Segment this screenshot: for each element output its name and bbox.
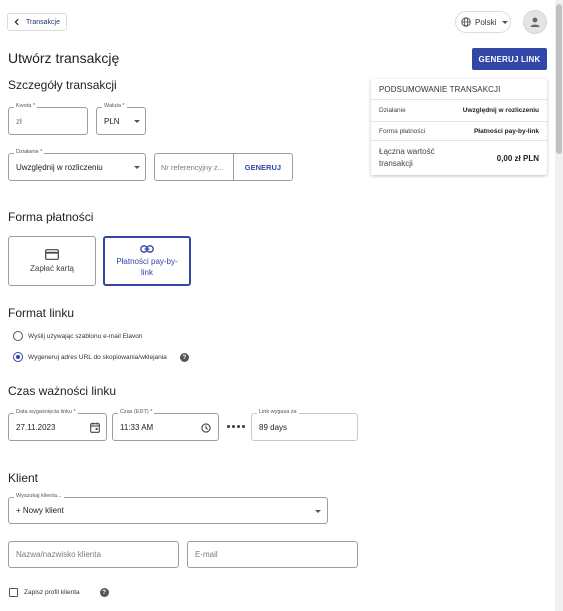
currency-label: Waluta * xyxy=(102,103,127,109)
action-select[interactable]: Działanie * Uwzględnij w rozliczeniu xyxy=(8,149,146,181)
generate-link-button[interactable]: GENERUJ LINK xyxy=(472,48,547,70)
action-value: Uwzględnij w rozliczeniu xyxy=(16,163,103,172)
amount-field[interactable]: Kwota * zł xyxy=(8,103,88,135)
help-icon[interactable]: ? xyxy=(99,588,109,597)
action-label: Działanie * xyxy=(14,149,45,155)
reference-placeholder: Nr referencyjny z... xyxy=(161,163,224,172)
client-name-input[interactable]: Nazwa/nazwisko klienta xyxy=(8,541,179,568)
pay-by-link-label: Płatności pay-by-link xyxy=(116,256,178,277)
radio-button-selected[interactable] xyxy=(13,352,23,362)
summary-row: Forma płatności Płatności pay-by-link xyxy=(371,122,547,141)
chevron-down-icon xyxy=(134,120,140,123)
language-label: Polski xyxy=(475,17,497,27)
save-client-profile-row[interactable]: Zapisz profil klienta ? xyxy=(9,588,109,597)
link-format-option-url[interactable]: Wygeneruj adres URL do skopiowania/wklej… xyxy=(13,352,189,362)
scrollbar-thumb[interactable] xyxy=(556,4,562,154)
amount-label: Kwota * xyxy=(14,103,37,109)
validity-section-title: Czas ważności linku xyxy=(8,384,117,398)
summary-title: PODSUMOWANIE TRANSAKCJI xyxy=(371,79,547,100)
page-title: Utwórz transakcję xyxy=(8,50,120,66)
summary-row-value: Płatności pay-by-link xyxy=(473,127,539,135)
credit-card-icon xyxy=(45,249,59,260)
link-icon xyxy=(140,244,154,253)
expiry-date-label: Data wygaśnięcia linku * xyxy=(14,409,78,415)
help-icon[interactable]: ? xyxy=(179,352,189,362)
transaction-summary-card: PODSUMOWANIE TRANSAKCJI Działanie Uwzglę… xyxy=(371,79,547,175)
link-expires-field: Link wygasa za 89 days xyxy=(251,409,358,441)
summary-row: Działanie Uwzględnij w rozliczeniu xyxy=(371,100,547,122)
summary-row-label: Działanie xyxy=(379,107,406,114)
user-avatar-button[interactable] xyxy=(523,10,547,34)
language-selector[interactable]: Polski xyxy=(455,11,511,33)
summary-total-row: Łączna wartość transakcji 0,00 zł PLN xyxy=(371,141,547,175)
client-search-value: + Nowy klient xyxy=(16,506,64,515)
link-expires-value: 89 days xyxy=(259,423,288,432)
reference-field-group: Nr referencyjny z... GENERUJ xyxy=(154,153,293,181)
radio-button[interactable] xyxy=(13,331,23,341)
link-expires-label: Link wygasa za xyxy=(257,409,299,415)
chevron-down-icon xyxy=(134,166,140,169)
pay-by-card-option[interactable]: Zapłać kartą xyxy=(8,236,96,286)
expiry-time-label: Czas (EDT) * xyxy=(118,409,155,415)
globe-icon xyxy=(461,17,471,27)
save-profile-checkbox[interactable] xyxy=(9,588,18,597)
client-search-label: Wyszukaj klienta... xyxy=(14,493,64,499)
amount-placeholder: zł xyxy=(16,117,22,126)
link-format-section-title: Format linku xyxy=(8,306,75,320)
clock-icon[interactable] xyxy=(201,423,211,433)
link-format-option-email[interactable]: Wyślij używając szablonu e-mail Elavon xyxy=(13,331,142,341)
link-format-option-label: Wyślij używając szablonu e-mail Elavon xyxy=(28,332,143,340)
expiry-date-value: 27.11.2023 xyxy=(16,423,56,432)
back-label: Transakcje xyxy=(26,18,60,26)
summary-row-label: Forma płatności xyxy=(379,127,426,135)
separator-dots xyxy=(227,425,245,428)
link-format-option-label: Wygeneruj adres URL do skopiowania/wklej… xyxy=(28,353,167,361)
currency-value: PLN xyxy=(104,117,120,126)
generate-reference-button[interactable]: GENERUJ xyxy=(232,154,292,180)
chevron-down-icon xyxy=(315,510,321,513)
chevron-down-icon xyxy=(502,21,508,24)
save-profile-label: Zapisz profil klienta xyxy=(24,589,80,596)
expiry-date-field[interactable]: Data wygaśnięcia linku * 27.11.2023 xyxy=(8,409,107,441)
reference-input[interactable]: Nr referencyjny z... xyxy=(155,154,233,180)
summary-row-value: Uwzględnij w rozliczeniu xyxy=(462,107,539,114)
details-section-title: Szczegóły transakcji xyxy=(8,78,117,92)
pay-by-card-label: Zapłać kartą xyxy=(29,264,75,273)
summary-total-value: 0,00 zł PLN xyxy=(496,153,539,163)
expiry-time-value: 11:33 AM xyxy=(120,423,154,432)
client-search-select[interactable]: Wyszukaj klienta... + Nowy klient xyxy=(8,493,328,524)
summary-total-label: Łączna wartość transakcji xyxy=(379,147,435,168)
payment-section-title: Forma płatności xyxy=(8,210,94,224)
person-icon xyxy=(530,17,540,27)
client-name-placeholder: Nazwa/nazwisko klienta xyxy=(16,550,101,559)
back-to-transactions-button[interactable]: Transakcje xyxy=(7,13,67,31)
calendar-icon[interactable] xyxy=(90,422,100,433)
pay-by-link-option[interactable]: Płatności pay-by-link xyxy=(103,236,191,286)
expiry-time-field[interactable]: Czas (EDT) * 11:33 AM xyxy=(112,409,219,441)
client-section-title: Klient xyxy=(8,471,39,485)
client-email-input[interactable]: E-mail xyxy=(187,541,358,568)
currency-select[interactable]: Waluta * PLN xyxy=(96,103,146,135)
chevron-left-icon xyxy=(14,18,19,26)
client-email-placeholder: E-mail xyxy=(195,550,218,559)
